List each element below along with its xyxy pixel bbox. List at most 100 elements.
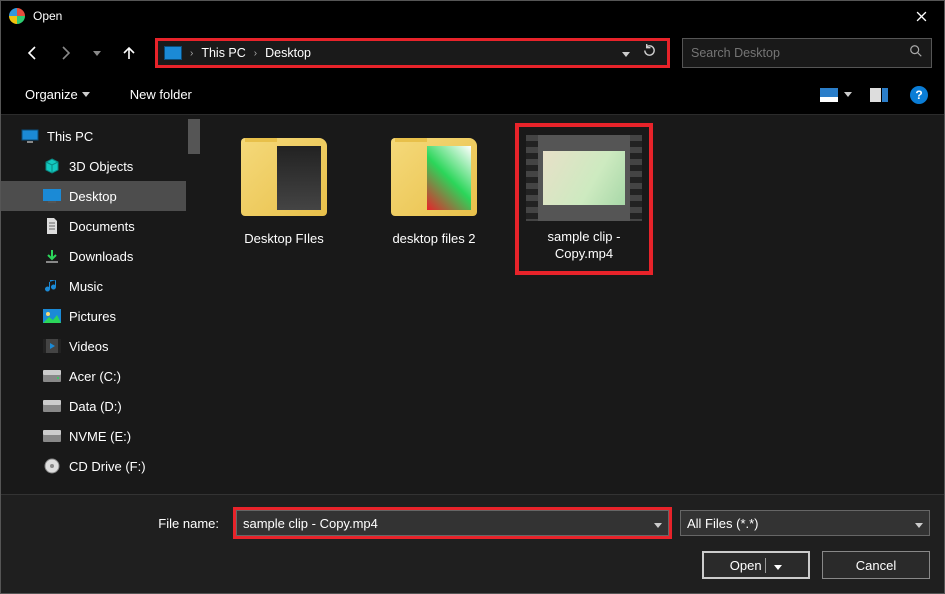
filename-wrap: sample clip - Copy.mp4 (233, 507, 672, 539)
bottom-panel: File name: sample clip - Copy.mp4 All Fi… (1, 494, 944, 593)
filename-label: File name: (15, 516, 225, 531)
search-icon (909, 44, 923, 63)
nav-row: › This PC › Desktop (1, 31, 944, 75)
picture-icon (820, 88, 838, 102)
tree-item-music[interactable]: Music (1, 271, 186, 301)
organize-label: Organize (25, 87, 78, 102)
sidebar: This PC 3D Objects Desktop Documents Dow… (1, 115, 203, 494)
breadcrumb-sep: › (252, 48, 259, 59)
preview-pane-button[interactable] (860, 84, 898, 106)
app-icon (9, 8, 25, 24)
window-title: Open (33, 9, 899, 23)
close-icon (916, 11, 927, 22)
tree-label: Videos (69, 339, 109, 354)
cube-icon (43, 158, 61, 174)
drive-icon (43, 398, 61, 414)
search-box[interactable] (682, 38, 932, 68)
tree-item-downloads[interactable]: Downloads (1, 241, 186, 271)
breadcrumb-this-pc[interactable]: This PC (195, 46, 251, 60)
organize-button[interactable]: Organize (17, 83, 98, 106)
new-folder-label: New folder (130, 87, 192, 102)
drive-icon (43, 368, 61, 384)
tree-item-drive-e[interactable]: NVME (E:) (1, 421, 186, 451)
tree-item-pictures[interactable]: Pictures (1, 301, 186, 331)
tree-item-videos[interactable]: Videos (1, 331, 186, 361)
chevron-down-icon (622, 52, 630, 57)
breadcrumb-sep: › (188, 48, 195, 59)
filename-value: sample clip - Copy.mp4 (243, 516, 654, 531)
scrollbar-thumb[interactable] (188, 119, 200, 154)
download-icon (43, 248, 61, 264)
open-label: Open (730, 558, 762, 573)
folder-icon (241, 138, 327, 216)
tree-label: Desktop (69, 189, 117, 204)
video-item-selected[interactable]: sample clip - Copy.mp4 (515, 123, 653, 275)
filename-combo[interactable]: sample clip - Copy.mp4 (236, 510, 669, 536)
chevron-down-icon (774, 565, 782, 570)
new-folder-button[interactable]: New folder (122, 83, 200, 106)
folder-icon (391, 138, 477, 216)
address-bar[interactable]: › This PC › Desktop (155, 38, 670, 68)
chevron-down-icon (93, 51, 101, 56)
view-mode-button[interactable] (810, 84, 860, 106)
preview-icon (870, 88, 888, 102)
file-label: Desktop FIles (244, 231, 323, 248)
file-label: desktop files 2 (392, 231, 475, 248)
video-thumbnail (526, 135, 642, 221)
tree-label: Documents (69, 219, 135, 234)
recent-dropdown[interactable] (83, 39, 111, 67)
search-input[interactable] (691, 46, 909, 60)
tree-label: Pictures (69, 309, 116, 324)
document-icon (43, 218, 61, 234)
titlebar: Open (1, 1, 944, 31)
chevron-down-icon (654, 516, 662, 531)
open-button[interactable]: Open (702, 551, 810, 579)
tree-item-this-pc[interactable]: This PC (1, 121, 186, 151)
music-icon (43, 278, 61, 294)
tree-label: Data (D:) (69, 399, 122, 414)
file-label: sample clip - Copy.mp4 (523, 229, 645, 263)
folder-item[interactable]: Desktop FIles (215, 123, 353, 256)
tree-label: NVME (E:) (69, 429, 131, 444)
pictures-icon (43, 308, 61, 324)
open-file-dialog: Open › This PC › Desktop Organize New fo… (0, 0, 945, 594)
chevron-down-icon (82, 92, 90, 97)
refresh-button[interactable] (636, 43, 663, 63)
tree-item-3d-objects[interactable]: 3D Objects (1, 151, 186, 181)
sidebar-scrollbar[interactable] (186, 115, 203, 494)
tree-label: Music (69, 279, 103, 294)
filename-row: File name: sample clip - Copy.mp4 All Fi… (15, 507, 930, 539)
tree-label: This PC (47, 129, 93, 144)
nav-tree: This PC 3D Objects Desktop Documents Dow… (1, 115, 186, 494)
tree-label: 3D Objects (69, 159, 133, 174)
close-button[interactable] (899, 1, 944, 31)
monitor-icon (164, 46, 182, 60)
chevron-down-icon (915, 516, 923, 531)
forward-button[interactable] (51, 39, 79, 67)
filetype-value: All Files (*.*) (687, 516, 915, 531)
filetype-combo[interactable]: All Files (*.*) (680, 510, 930, 536)
folder-item[interactable]: desktop files 2 (365, 123, 503, 256)
drive-icon (43, 428, 61, 444)
file-list[interactable]: Desktop FIles desktop files 2 sample cli… (203, 115, 944, 494)
monitor-icon (21, 128, 39, 144)
back-button[interactable] (19, 39, 47, 67)
up-button[interactable] (115, 39, 143, 67)
help-button[interactable]: ? (910, 86, 928, 104)
address-history-button[interactable] (616, 44, 636, 62)
tree-item-drive-d[interactable]: Data (D:) (1, 391, 186, 421)
breadcrumb-desktop[interactable]: Desktop (259, 46, 317, 60)
cancel-button[interactable]: Cancel (822, 551, 930, 579)
button-row: Open Cancel (15, 551, 930, 579)
tree-item-desktop[interactable]: Desktop (1, 181, 186, 211)
main: This PC 3D Objects Desktop Documents Dow… (1, 115, 944, 494)
tree-label: Acer (C:) (69, 369, 121, 384)
tree-item-drive-c[interactable]: Acer (C:) (1, 361, 186, 391)
chevron-down-icon (844, 92, 852, 97)
tree-item-documents[interactable]: Documents (1, 211, 186, 241)
cancel-label: Cancel (856, 558, 896, 573)
tree-label: Downloads (69, 249, 133, 264)
disc-icon (43, 458, 61, 474)
tree-item-cd-drive[interactable]: CD Drive (F:) (1, 451, 186, 481)
tree-label: CD Drive (F:) (69, 459, 146, 474)
